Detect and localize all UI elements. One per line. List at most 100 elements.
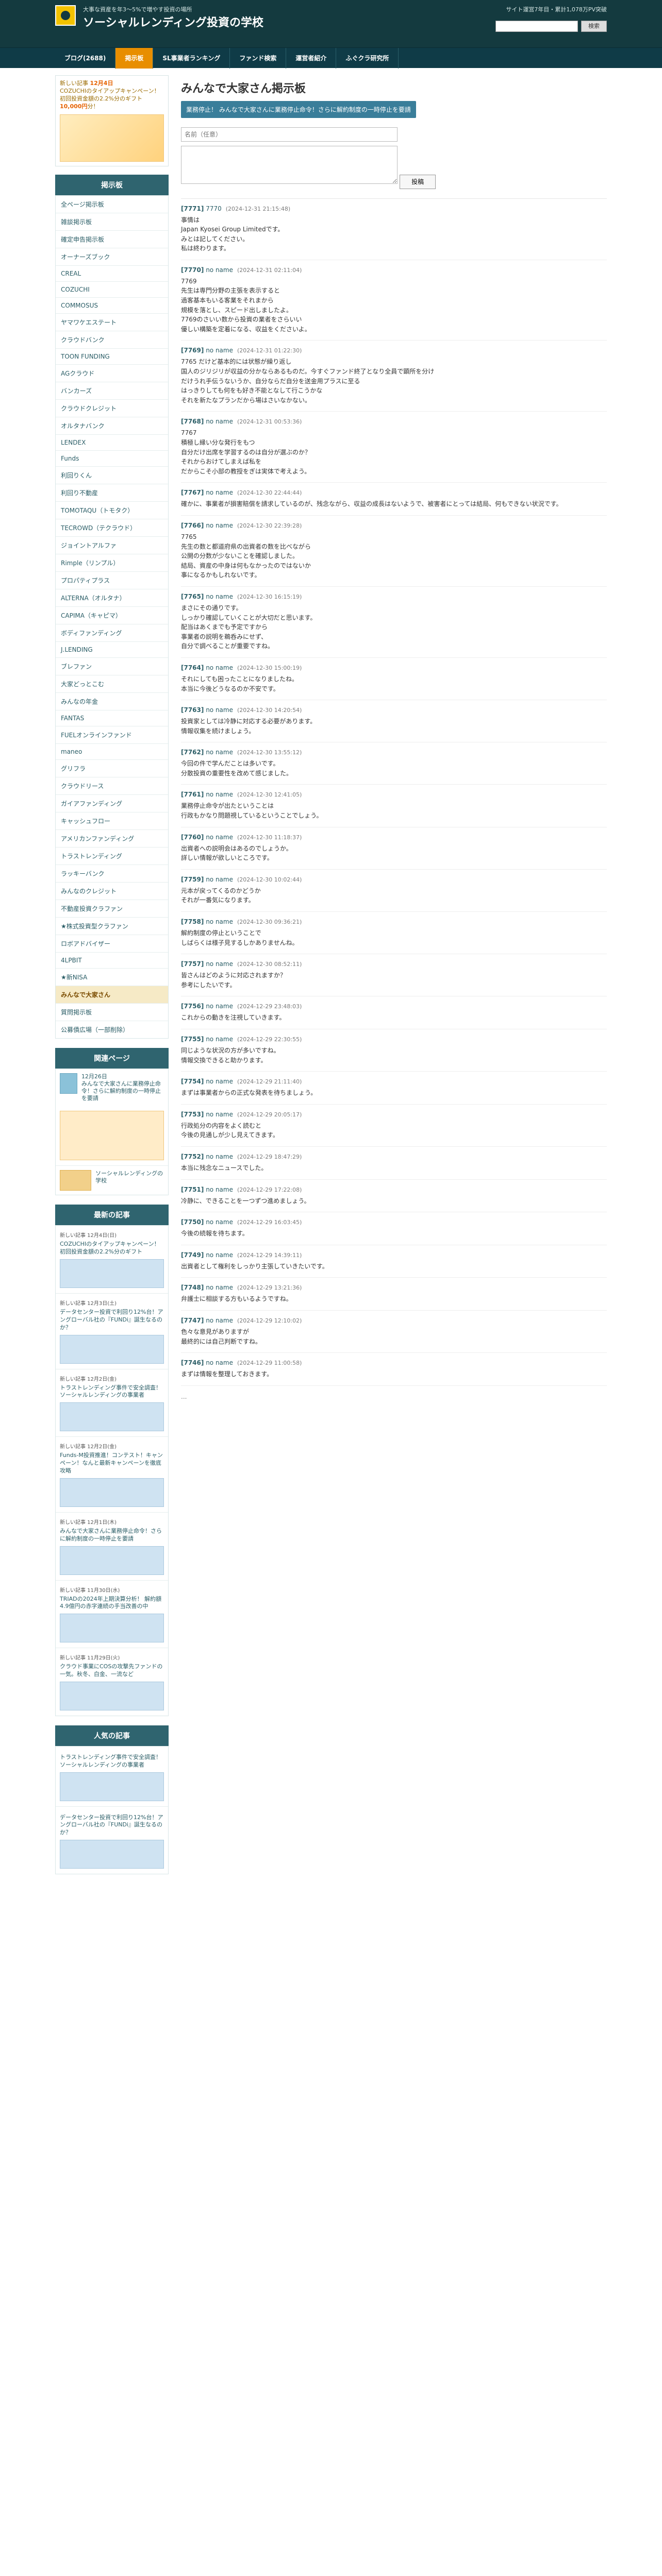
post-meta: [7767] no name (2024-12-30 22:44:44) [181,489,607,496]
sidebar-board-item[interactable]: みんなのクレジット [56,882,168,900]
latest-item-title: データセンター投資で利回り12%台！アングローバル社の『FUNDi』誕生なるのか… [60,1309,163,1331]
notice-banner[interactable]: 業務停止！ みんなで大家さんに業務停止命令！さらに解約制度の一時停止を要請 [181,101,416,118]
sidebar-board-item[interactable]: キャッシュフロー [56,812,168,829]
sidebar-board-item[interactable]: ラッキーバンク [56,865,168,882]
sidebar-ad[interactable]: 新しい記事 12月4日 COZUCHIのタイアップキャンペーン！初回投資金額の2… [55,75,169,167]
sidebar-board-item[interactable]: Rimple（リンプル） [56,554,168,571]
latest-item[interactable]: 新しい記事 11月30日(水) TRIADの2024年上期決算分析！ 解約額4.9… [56,1580,168,1648]
sidebar-board-item[interactable]: CAPIMA（キャピマ） [56,606,168,624]
post-body: それにしても困ったことになりましたね。 本当に今後どうなるのか不安です。 [181,675,299,692]
sidebar-board-item[interactable]: 確定申告掲示板 [56,230,168,248]
post-list: [7771] 7770 (2024-12-31 21:15:48) 事情は Japa… [181,198,607,1386]
latest-item[interactable]: 新しい記事 12月4日(日) COZUCHIのタイアップキャンペーン！初回投資金額… [56,1225,168,1293]
sidebar-board-item[interactable]: プロパティプラス [56,571,168,589]
ad-title-bold: 10,000円 [60,103,88,110]
page-title: みんなで大家さん掲示板 [181,82,306,95]
related-banner-image[interactable] [60,1111,164,1161]
sidebar-board-item[interactable]: COMMOSUS [56,297,168,313]
sidebar-board-item[interactable]: オルタナバンク [56,417,168,434]
submit-button[interactable]: 投稿 [400,174,436,189]
latest-item[interactable]: 新しい記事 12月2日(金) Funds-M投資推進！コンテスト！キャンペーン！な… [56,1436,168,1512]
sidebar-board-item[interactable]: 大家どっとこむ [56,675,168,692]
post-date: (2024-12-29 20:05:17) [237,1111,302,1118]
sidebar-board-item[interactable]: みんなで大家さん [56,986,168,1004]
sidebar-board-item[interactable]: 全ページ掲示板 [56,195,168,213]
sidebar-board-item[interactable]: ★株式投資型クラファン [56,917,168,935]
nav-item-lab[interactable]: ふぐクラ研究所 [336,48,399,69]
sidebar-board-item[interactable]: ALTERNA（オルタナ） [56,589,168,606]
post-author: no name [204,960,233,968]
latest-item[interactable]: 新しい記事 12月3日(土) データセンター投資で利回り12%台！アングローバル社… [56,1293,168,1369]
sidebar-board-item[interactable]: maneo [56,743,168,759]
ad-banner-image[interactable] [60,114,164,162]
sidebar-board-item[interactable]: 利回りくん [56,466,168,484]
sidebar-board-item[interactable]: TOON FUNDING [56,348,168,364]
sidebar-board-item[interactable]: LENDEX [56,434,168,450]
sidebar-board-item[interactable]: ★新NISA [56,968,168,986]
nav-item-fund-search[interactable]: ファンド検索 [230,48,287,69]
sidebar-board-item[interactable]: バンカーズ [56,382,168,399]
related-item-date: 12月26日 [81,1073,107,1080]
search-input[interactable] [495,21,578,32]
nav-item-board[interactable]: 掲示板 [115,48,154,69]
related-item[interactable]: 12月26日 みんなで大家さんに業務停止命令！さらに解約制度の一時停止を要請 [56,1069,168,1106]
sidebar-board-item[interactable]: オーナーズブック [56,248,168,265]
sidebar-board-item[interactable]: みんなの年金 [56,692,168,710]
sidebar-board-item[interactable]: アメリカンファンディング [56,829,168,847]
sidebar-board-item[interactable]: CREAL [56,265,168,281]
sidebar-board-item[interactable]: TECROWD（テクラウド） [56,519,168,536]
sidebar-board-item[interactable]: クラウドクレジット [56,399,168,417]
sidebar-board-item[interactable]: 質問掲示板 [56,1003,168,1021]
sidebar-board-item[interactable]: ジョイントアルファ [56,536,168,554]
popular-item[interactable]: データセンター投資で利回り12%台！アングローバル社の『FUNDi』誕生なるのか… [56,1806,168,1874]
post-meta: [7761] no name (2024-12-30 12:41:05) [181,791,607,798]
post-date: (2024-12-30 13:55:12) [237,749,302,756]
sidebar-board-item[interactable]: 利回り不動産 [56,484,168,501]
post-author: no name [204,1036,233,1043]
post-meta: [7752] no name (2024-12-29 18:47:29) [181,1153,607,1160]
sidebar-board-item[interactable]: グリフラ [56,759,168,777]
sidebar-board-item[interactable]: ブレファン [56,657,168,675]
popular-item[interactable]: トラストレンディング事件で安全調査！ソーシャルレンディングの事業者 [56,1745,168,1806]
post-meta: [7764] no name (2024-12-30 15:00:19) [181,664,607,671]
sidebar-board-item[interactable]: ボディファンディング [56,624,168,641]
sidebar-board-item[interactable]: ヤマワケエステート [56,313,168,331]
sidebar-board-item[interactable]: COZUCHI [56,281,168,297]
nav-item-blog[interactable]: ブログ(2688) [55,48,116,69]
sidebar-board-item[interactable]: ロボアドバイザー [56,935,168,952]
site-title[interactable]: ソーシャルレンディング投資の学校 [83,13,263,30]
site-tagline: 大事な資産を年3〜5%で増やす投資の場所 [83,6,192,13]
post-number: [7756] [181,1003,204,1010]
related-item[interactable]: ソーシャルレンディングの学校 [56,1165,168,1195]
sidebar-board-item[interactable]: トラストレンディング [56,847,168,865]
sidebar-board-item[interactable]: Funds [56,450,168,466]
latest-item-date: 新しい記事 12月4日(日) [60,1233,117,1239]
sidebar-board-item[interactable]: 雑談掲示板 [56,213,168,230]
sidebar-board-item[interactable]: FANTAS [56,710,168,726]
latest-item[interactable]: 新しい記事 12月1日(木) みんなで大家さんに業務停止命令！さらに解約制度の一時… [56,1512,168,1580]
sidebar-board-item[interactable]: TOMOTAQU（トモタク） [56,501,168,519]
popular-item-image [60,1772,164,1801]
popular-list: トラストレンディング事件で安全調査！ソーシャルレンディングの事業者 データセンター… [55,1745,169,1875]
nav-item-about[interactable]: 運営者紹介 [286,48,337,69]
post-body: 冷静に、できることを一つずつ進めましょう。 [181,1197,310,1205]
post-number: [7758] [181,918,204,926]
post-author: no name [204,1153,233,1160]
sidebar-board-item[interactable]: 不動産投資クラファン [56,900,168,917]
sidebar-board-item[interactable]: J.LENDING [56,641,168,657]
search-button[interactable]: 検索 [581,21,607,32]
nav-item-ranking[interactable]: SL事業者ランキング [153,48,230,69]
latest-item[interactable]: 新しい記事 12月2日(金) トラストレンディング事件で安全調査！ソーシャルレンデ… [56,1368,168,1437]
sidebar-board-item[interactable]: AGクラウド [56,364,168,382]
site-logo-icon[interactable] [55,5,76,26]
name-input[interactable] [181,127,398,142]
sidebar-board-item[interactable]: クラウドバンク [56,331,168,348]
sidebar-board-item[interactable]: ガイアファンディング [56,794,168,812]
sidebar-board-item[interactable]: 公募債広場（一部削除） [56,1021,168,1038]
latest-item[interactable]: 新しい記事 11月29日(火) クラウド事業にCOSの攻撃先ファンドの一気。秋冬、… [56,1648,168,1716]
sidebar-board-item[interactable]: FUELオンラインファンド [56,726,168,743]
sidebar-board-item[interactable]: クラウドリース [56,777,168,794]
sidebar-board-item[interactable]: 4LPBIT [56,952,168,968]
latest-item-image [60,1681,164,1710]
comment-textarea[interactable] [181,146,398,184]
